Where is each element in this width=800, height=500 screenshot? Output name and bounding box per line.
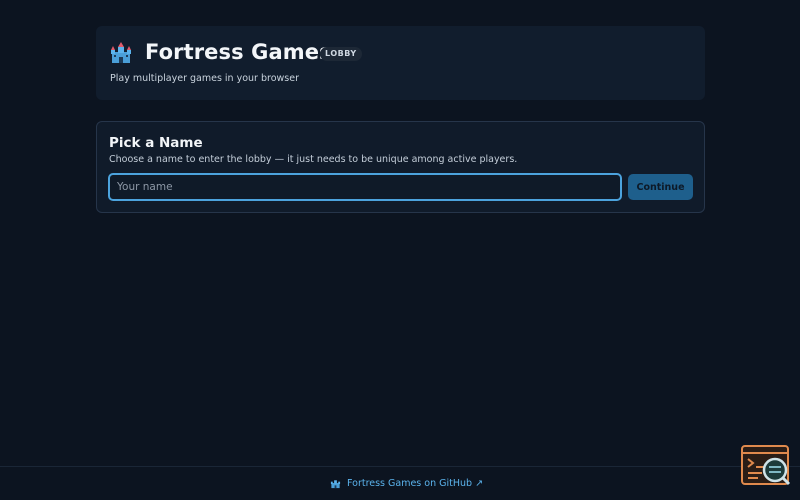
card-description: Choose a name to enter the lobby — it ju… <box>109 154 518 165</box>
lobby-badge: LOBBY <box>320 47 362 61</box>
header-card: Fortress Games LOBBY Play multiplayer ga… <box>96 26 705 100</box>
castle-icon <box>111 42 131 63</box>
page: Fortress Games LOBBY Play multiplayer ga… <box>0 0 800 500</box>
card-title: Pick a Name <box>109 135 203 151</box>
name-input[interactable] <box>108 173 622 201</box>
app-subtitle: Play multiplayer games in your browser <box>110 73 299 84</box>
github-link-label: Fortress Games on GitHub ↗ <box>347 478 484 489</box>
github-link[interactable]: Fortress Games on GitHub ↗ <box>330 478 483 489</box>
footer: Fortress Games on GitHub ↗ <box>0 466 800 500</box>
continue-button[interactable]: Continue <box>628 174 693 200</box>
castle-icon <box>330 480 341 489</box>
pick-name-card: Pick a Name Choose a name to enter the l… <box>96 121 705 213</box>
terminal-search-icon[interactable] <box>740 445 792 487</box>
app-title: Fortress Games <box>145 40 332 64</box>
